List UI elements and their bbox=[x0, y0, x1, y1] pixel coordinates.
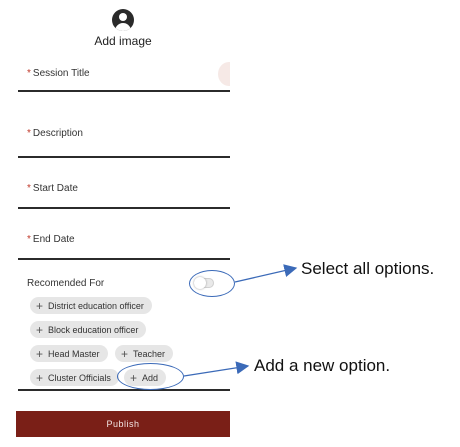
annotation-arrows bbox=[183, 264, 298, 377]
add-new-annotation: Add a new option. bbox=[254, 356, 391, 375]
arrow-to-add bbox=[183, 361, 250, 377]
arrow-to-toggle bbox=[234, 264, 298, 283]
select-all-annotation: Select all options. bbox=[301, 259, 435, 278]
